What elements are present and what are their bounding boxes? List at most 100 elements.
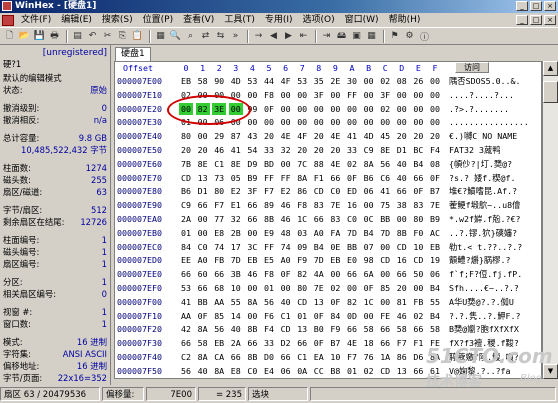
- hex-byte[interactable]: 4A: [312, 268, 326, 280]
- hex-byte[interactable]: 41: [229, 144, 243, 156]
- hex-byte[interactable]: 33: [345, 144, 359, 156]
- hex-byte[interactable]: C1: [295, 351, 309, 363]
- hex-byte[interactable]: 00: [345, 282, 359, 294]
- hex-byte[interactable]: B6: [179, 185, 193, 197]
- hex-byte[interactable]: 85: [378, 282, 392, 294]
- child-minimize-button[interactable]: _: [516, 15, 528, 25]
- hex-byte[interactable]: 00: [245, 310, 259, 322]
- hex-byte[interactable]: 20: [428, 130, 442, 142]
- undo-icon[interactable]: ↶: [86, 30, 99, 42]
- hex-byte[interactable]: 00: [378, 241, 392, 253]
- hex-byte[interactable]: 00: [328, 268, 342, 280]
- hex-byte[interactable]: BC: [411, 144, 425, 156]
- menu-window[interactable]: 窗口(W): [340, 13, 384, 27]
- hex-byte[interactable]: 88: [312, 158, 326, 170]
- cut-icon[interactable]: ✂: [101, 30, 114, 42]
- menu-view[interactable]: 查看(V): [178, 13, 219, 27]
- hex-byte[interactable]: 40: [229, 323, 243, 335]
- hex-byte[interactable]: C9: [362, 144, 376, 156]
- minimize-button[interactable]: _: [516, 1, 528, 11]
- hex-byte[interactable]: FE: [378, 310, 392, 322]
- hex-byte[interactable]: 20: [395, 130, 409, 142]
- ascii-text[interactable]: €.)嚩C NO NAME: [449, 130, 533, 142]
- hex-byte[interactable]: C0: [328, 185, 342, 197]
- back-icon[interactable]: ◀: [267, 30, 280, 42]
- hex-byte[interactable]: 05: [229, 172, 243, 184]
- hex-byte[interactable]: 00: [362, 116, 376, 128]
- menu-options[interactable]: 选项(O): [298, 13, 340, 27]
- hex-byte[interactable]: 86: [295, 185, 309, 197]
- ascii-text[interactable]: 堆€?鱝嗜昆.Af.?: [449, 185, 533, 197]
- ascii-text[interactable]: *.w2f婩.f兝.?€?: [449, 213, 533, 225]
- hex-byte[interactable]: B0: [312, 323, 326, 335]
- hex-byte[interactable]: BB: [345, 241, 359, 253]
- hex-byte[interactable]: EB: [328, 254, 342, 266]
- hex-byte[interactable]: F7: [262, 185, 276, 197]
- hex-byte[interactable]: 66: [395, 185, 409, 197]
- hex-byte[interactable]: 02: [378, 103, 392, 115]
- hex-byte[interactable]: 00: [196, 130, 210, 142]
- hex-byte[interactable]: 20: [328, 144, 342, 156]
- hex-byte[interactable]: F4: [262, 323, 276, 335]
- hex-byte[interactable]: 66: [245, 199, 259, 211]
- hex-byte[interactable]: 40: [279, 296, 293, 308]
- hex-byte[interactable]: E1: [229, 199, 243, 211]
- hex-byte[interactable]: 4E: [345, 337, 359, 349]
- hex-byte[interactable]: 98: [362, 254, 376, 266]
- hex-byte[interactable]: B4: [428, 282, 442, 294]
- hex-byte[interactable]: 54: [245, 144, 259, 156]
- hex-byte[interactable]: 90: [212, 75, 226, 87]
- hex-byte[interactable]: 20: [179, 144, 193, 156]
- hex-byte[interactable]: 8B: [395, 227, 409, 239]
- hex-byte[interactable]: 0E: [328, 241, 342, 253]
- hex-byte[interactable]: 00: [362, 89, 376, 101]
- hex-byte[interactable]: 77: [212, 213, 226, 225]
- maximize-button[interactable]: □: [530, 1, 542, 11]
- hex-byte[interactable]: 2A: [229, 337, 243, 349]
- hex-byte[interactable]: 66: [395, 268, 409, 280]
- document-icon[interactable]: [2, 14, 14, 26]
- hex-byte[interactable]: 40: [395, 158, 409, 170]
- new-file-icon[interactable]: 🗋: [3, 30, 16, 42]
- hex-byte[interactable]: 55: [428, 296, 442, 308]
- hex-byte[interactable]: 8B: [262, 213, 276, 225]
- hex-byte[interactable]: 66: [295, 337, 309, 349]
- hex-byte[interactable]: 1C: [362, 296, 376, 308]
- hex-byte[interactable]: 00: [411, 103, 425, 115]
- hex-byte[interactable]: 55: [229, 296, 243, 308]
- hex-byte[interactable]: D0: [262, 351, 276, 363]
- hex-byte[interactable]: 8A: [362, 158, 376, 170]
- hex-byte[interactable]: 18: [362, 337, 376, 349]
- hex-byte[interactable]: F7: [212, 199, 226, 211]
- hex-byte[interactable]: 02: [411, 310, 425, 322]
- hex-byte[interactable]: 00: [411, 89, 425, 101]
- hex-byte[interactable]: B9: [245, 172, 259, 184]
- hex-byte[interactable]: F7: [345, 351, 359, 363]
- hex-byte[interactable]: 8B: [245, 323, 259, 335]
- hex-byte[interactable]: 13: [295, 323, 309, 335]
- hex-byte[interactable]: 41: [179, 296, 193, 308]
- hex-byte[interactable]: 8A: [212, 365, 226, 377]
- hex-byte[interactable]: 3F: [245, 185, 259, 197]
- hex-byte[interactable]: 00: [279, 89, 293, 101]
- hex-byte[interactable]: 66: [212, 268, 226, 280]
- hex-byte[interactable]: 0D: [345, 310, 359, 322]
- hex-byte[interactable]: F8: [295, 199, 309, 211]
- hex-byte[interactable]: 66: [411, 323, 425, 335]
- hex-byte[interactable]: 01: [179, 227, 193, 239]
- ascii-text[interactable]: FAT32 3蒧鸭: [449, 144, 533, 156]
- hex-byte[interactable]: 00: [362, 199, 376, 211]
- ascii-text[interactable]: 顮鳢?爝}脶樛.?: [449, 254, 533, 266]
- hex-byte[interactable]: 00: [328, 89, 342, 101]
- hex-byte[interactable]: 00: [345, 116, 359, 128]
- hex-byte[interactable]: 2B: [229, 227, 243, 239]
- hex-byte[interactable]: 0F: [312, 337, 326, 349]
- hex-byte[interactable]: 00: [411, 116, 425, 128]
- hex-byte[interactable]: 66: [345, 268, 359, 280]
- ascii-text[interactable]: f`f;F?侸.fj.fP.: [449, 268, 533, 280]
- menu-file[interactable]: 文件(F): [16, 13, 56, 27]
- hex-byte[interactable]: D9: [245, 158, 259, 170]
- ascii-text[interactable]: .?>.?.......: [449, 103, 533, 115]
- hex-byte[interactable]: 07: [362, 241, 376, 253]
- hex-byte[interactable]: 85: [212, 310, 226, 322]
